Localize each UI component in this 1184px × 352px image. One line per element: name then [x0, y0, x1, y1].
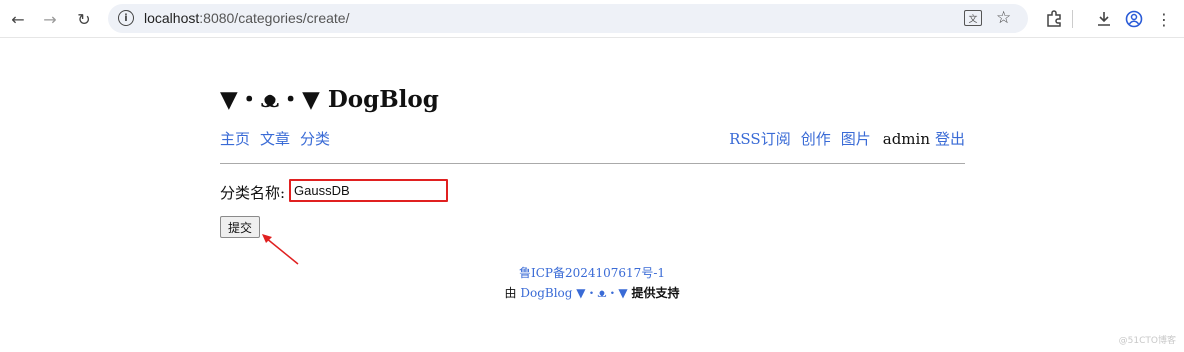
menu-icon[interactable]: ⋮	[1152, 7, 1176, 31]
download-icon[interactable]	[1092, 7, 1116, 31]
browser-toolbar: ← → ↻ i localhost:8080/categories/create…	[0, 0, 1184, 38]
username: admin	[882, 130, 930, 148]
translate-icon[interactable]: 文	[964, 10, 982, 26]
footer-prefix: 由	[504, 286, 517, 300]
nav-create[interactable]: 创作	[801, 130, 831, 148]
submit-button[interactable]: 提交	[220, 216, 260, 238]
nav-categories[interactable]: 分类	[300, 130, 330, 148]
nav-images[interactable]: 图片	[841, 130, 871, 148]
url-path: :8080/categories/create/	[199, 10, 350, 26]
category-name-label: 分类名称:	[220, 184, 286, 202]
header-divider	[220, 163, 965, 164]
address-bar[interactable]: i localhost:8080/categories/create/ 文 ☆	[108, 4, 1028, 33]
main-nav: 主页 文章 分类	[220, 128, 340, 149]
toolbar-divider	[1072, 10, 1073, 28]
footer-suffix: 提供支持	[631, 286, 680, 300]
nav-logout[interactable]: 登出	[935, 130, 965, 148]
extensions-icon[interactable]	[1042, 7, 1066, 31]
footer-brand-link[interactable]: DogBlog ▼・ᴥ・▼	[520, 286, 627, 300]
icp-link[interactable]: 鲁ICP备2024107617号-1	[519, 266, 665, 280]
annotation-arrow-icon	[262, 234, 299, 265]
footer-icp[interactable]: 鲁ICP备2024107617号-1	[0, 264, 1184, 281]
nav-rss[interactable]: RSS订阅	[729, 130, 791, 148]
footer-powered-by: 由 DogBlog ▼・ᴥ・▼ 提供支持	[0, 284, 1184, 301]
nav-articles[interactable]: 文章	[260, 130, 290, 148]
url-text[interactable]: localhost:8080/categories/create/	[144, 10, 349, 26]
site-info-icon[interactable]: i	[118, 10, 134, 26]
watermark: @51CTO博客	[1118, 336, 1176, 346]
category-name-input[interactable]	[289, 179, 448, 202]
user-nav: RSS订阅 创作 图片 admin 登出	[719, 128, 965, 149]
reload-icon[interactable]: ↻	[72, 7, 96, 31]
star-icon[interactable]: ☆	[996, 8, 1011, 28]
url-host: localhost	[144, 10, 200, 26]
nav-home[interactable]: 主页	[220, 130, 250, 148]
forward-icon[interactable]: →	[38, 7, 62, 31]
back-icon[interactable]: ←	[6, 7, 30, 31]
profile-icon[interactable]	[1122, 7, 1146, 31]
site-title[interactable]: ▼・ᴥ・▼ DogBlog	[220, 80, 439, 114]
